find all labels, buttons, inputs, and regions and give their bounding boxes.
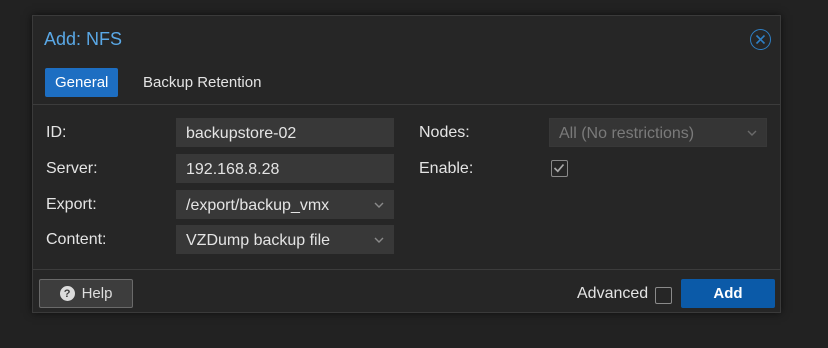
content-label: Content: [46,231,107,248]
enable-checkbox[interactable] [551,160,568,177]
tab-general[interactable]: General [45,68,119,97]
checkmark-icon [553,163,565,173]
server-value: 192.168.8.28 [186,161,280,178]
content-select[interactable]: VZDump backup file [176,225,394,254]
question-circle-icon: ? [59,286,75,301]
help-label: Help [81,285,113,302]
server-label: Server: [46,160,98,177]
export-select[interactable]: /export/backup_vmx [176,190,394,219]
tab-backup-retention[interactable]: Backup Retention [133,68,271,97]
advanced-label: Advanced [577,285,649,302]
export-value: /export/backup_vmx [186,197,330,214]
add-button[interactable]: Add [681,279,775,308]
dialog-title: Add: NFS [44,29,123,49]
content-value: VZDump backup file [186,232,331,249]
enable-label: Enable: [419,160,474,177]
nodes-label: Nodes: [419,124,470,141]
chevron-down-icon [374,237,384,243]
chevron-down-icon [374,202,384,208]
dialog-footer: ? Help Advanced Add [33,269,780,314]
chevron-down-icon [747,130,757,136]
id-value: backupstore-02 [186,125,297,142]
id-input[interactable]: backupstore-02 [176,118,394,147]
tab-bar: General Backup Retention [33,62,780,105]
nodes-value: All (No restrictions) [559,125,695,142]
server-input[interactable]: 192.168.8.28 [176,154,394,183]
add-nfs-dialog: Add: NFS General Backup Retention ID: ba… [32,15,781,313]
dialog-header: Add: NFS [33,16,780,62]
general-form: ID: backupstore-02 Server: 192.168.8.28 … [33,106,780,269]
nodes-select[interactable]: All (No restrictions) [549,118,767,147]
id-label: ID: [46,124,67,141]
advanced-checkbox[interactable] [655,287,672,304]
help-button[interactable]: ? Help [39,279,133,308]
close-button[interactable] [750,29,771,50]
close-icon [755,34,766,45]
export-label: Export: [46,196,97,213]
